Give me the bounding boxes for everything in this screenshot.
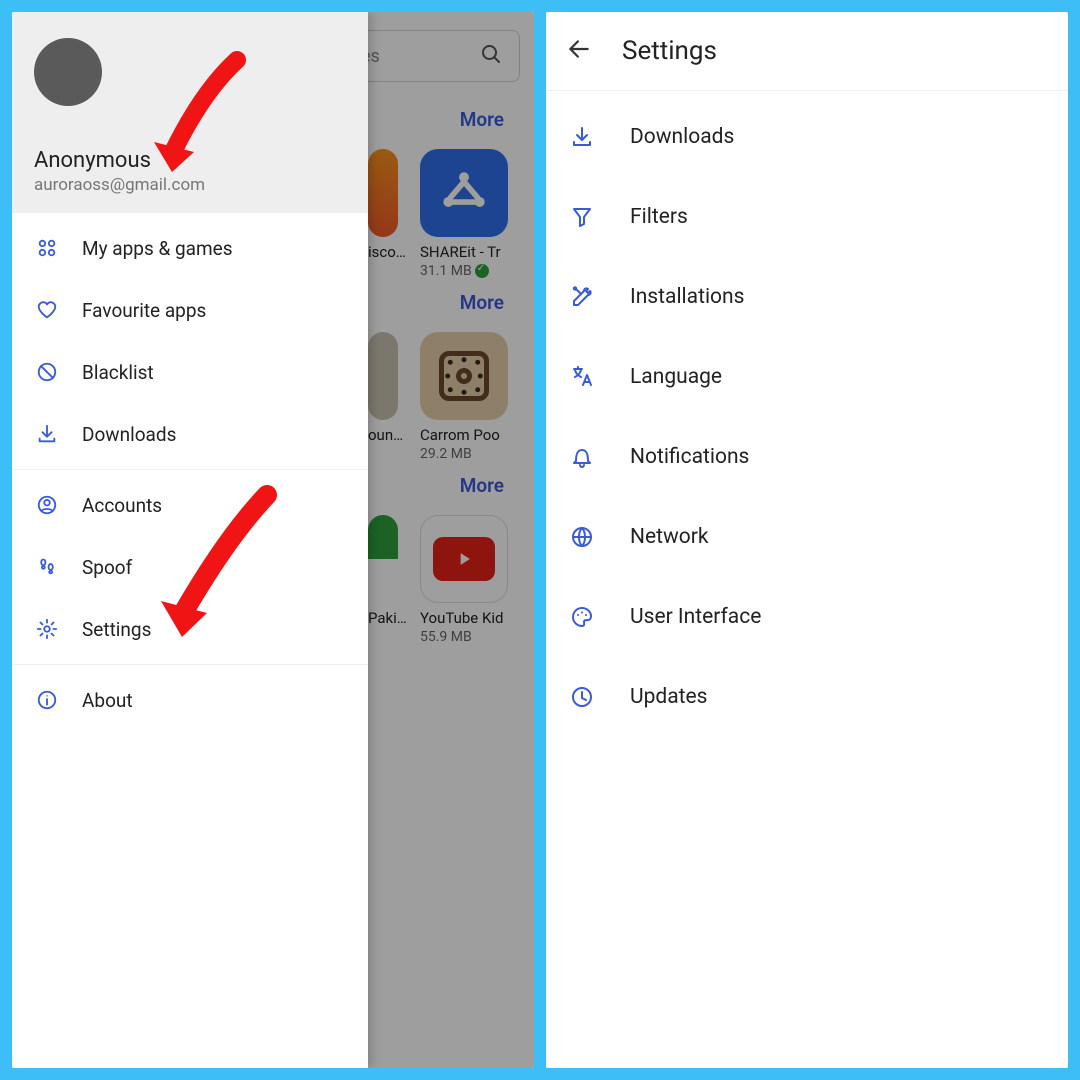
drawer-item-label: Favourite apps	[82, 299, 206, 322]
drawer-item-label: Blacklist	[82, 361, 154, 384]
left-screenshot: es More iscov... SHAREit - Tr	[12, 12, 534, 1068]
page-title: Settings	[622, 36, 717, 66]
apps-icon	[34, 235, 60, 261]
download-icon	[34, 421, 60, 447]
settings-item-filters[interactable]: Filters	[546, 177, 1068, 257]
drawer-item-my-apps[interactable]: My apps & games	[12, 217, 368, 279]
settings-item-notifications[interactable]: Notifications	[546, 417, 1068, 497]
user-name: Anonymous	[34, 148, 346, 173]
filter-icon	[568, 203, 596, 231]
settings-item-label: Language	[630, 365, 722, 389]
drawer-item-label: Accounts	[82, 494, 162, 517]
info-icon	[34, 687, 60, 713]
settings-item-label: Notifications	[630, 445, 749, 469]
settings-item-label: Installations	[630, 285, 744, 309]
settings-item-label: Network	[630, 525, 709, 549]
globe-icon	[568, 523, 596, 551]
back-button[interactable]	[566, 36, 592, 66]
download-icon	[568, 123, 596, 151]
drawer-item-downloads[interactable]: Downloads	[12, 403, 368, 465]
settings-list: Downloads Filters Installations Language…	[546, 91, 1068, 737]
heart-icon	[34, 297, 60, 323]
drawer-item-label: Settings	[82, 618, 151, 641]
palette-icon	[568, 603, 596, 631]
nav-drawer: Anonymous auroraoss@gmail.com My apps & …	[12, 12, 368, 1068]
avatar	[34, 38, 102, 106]
bell-icon	[568, 443, 596, 471]
user-email: auroraoss@gmail.com	[34, 175, 346, 195]
drawer-item-favourites[interactable]: Favourite apps	[12, 279, 368, 341]
settings-item-installations[interactable]: Installations	[546, 257, 1068, 337]
drawer-item-settings[interactable]: Settings	[12, 598, 368, 660]
drawer-item-spoof[interactable]: Spoof	[12, 536, 368, 598]
settings-header: Settings	[546, 12, 1068, 91]
drawer-item-label: My apps & games	[82, 237, 233, 260]
settings-item-language[interactable]: Language	[546, 337, 1068, 417]
updates-icon	[568, 683, 596, 711]
tools-icon	[568, 283, 596, 311]
drawer-item-about[interactable]: About	[12, 669, 368, 731]
block-icon	[34, 359, 60, 385]
settings-item-downloads[interactable]: Downloads	[546, 97, 1068, 177]
settings-item-label: User Interface	[630, 605, 761, 629]
language-icon	[568, 363, 596, 391]
settings-item-label: Updates	[630, 685, 708, 709]
drawer-item-label: Downloads	[82, 423, 176, 446]
settings-item-ui[interactable]: User Interface	[546, 577, 1068, 657]
gear-icon	[34, 616, 60, 642]
drawer-item-accounts[interactable]: Accounts	[12, 474, 368, 536]
settings-item-updates[interactable]: Updates	[546, 657, 1068, 737]
drawer-item-label: About	[82, 689, 133, 712]
settings-item-network[interactable]: Network	[546, 497, 1068, 577]
account-icon	[34, 492, 60, 518]
settings-item-label: Downloads	[630, 125, 734, 149]
drawer-item-blacklist[interactable]: Blacklist	[12, 341, 368, 403]
right-screenshot: Settings Downloads Filters Installations…	[546, 12, 1068, 1068]
settings-item-label: Filters	[630, 205, 688, 229]
footsteps-icon	[34, 554, 60, 580]
drawer-item-label: Spoof	[82, 556, 132, 579]
drawer-header[interactable]: Anonymous auroraoss@gmail.com	[12, 12, 368, 213]
